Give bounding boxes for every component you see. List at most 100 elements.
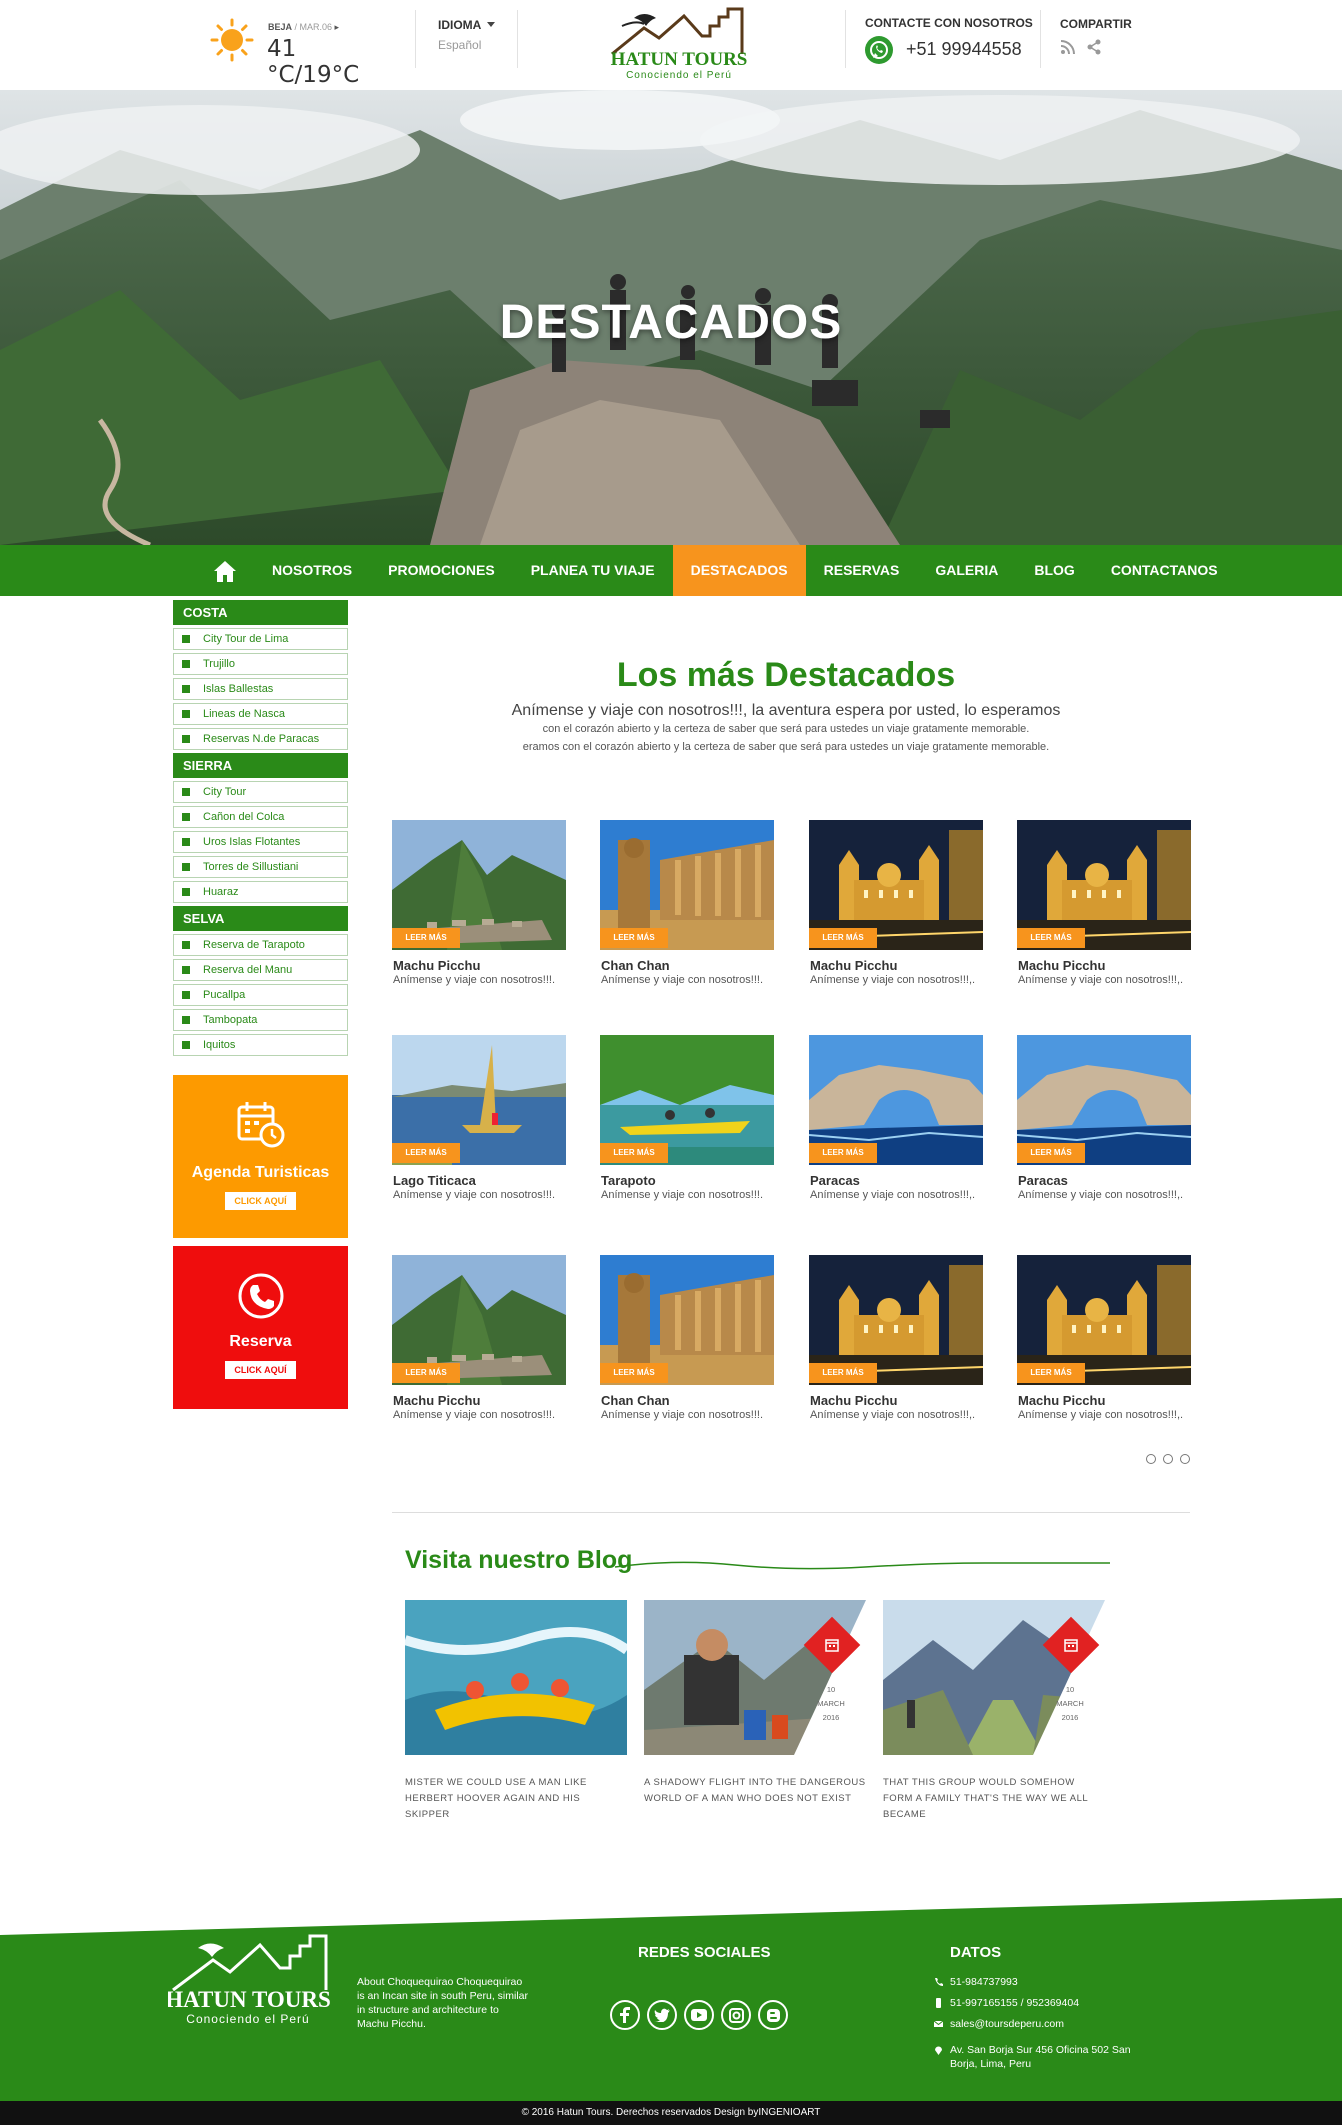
sidebar-item[interactable]: Iquitos: [173, 1034, 348, 1056]
nav-item-contactanos[interactable]: CONTACTANOS: [1093, 545, 1236, 596]
sidebar-item[interactable]: Trujillo: [173, 653, 348, 675]
address-row: Av. San Borja Sur 456 Oficina 502 San Bo…: [934, 2043, 1134, 2071]
destination-card[interactable]: LEER MÁS Machu Picchu Anímense y viaje con…: [809, 820, 983, 1010]
facebook-icon[interactable]: [610, 2000, 640, 2030]
destination-card[interactable]: LEER MÁS Machu Picchu Anímense y viaje con…: [392, 1255, 566, 1445]
destination-card[interactable]: LEER MÁS Paracas Anímense y viaje con noso…: [809, 1035, 983, 1225]
weather-temperature: 41 °C/19°C: [267, 36, 360, 88]
nav-item-galeria[interactable]: GALERIA: [917, 545, 1016, 596]
language-value: Español: [438, 38, 482, 52]
destination-card[interactable]: LEER MÁS Tarapoto Anímense y viaje con nos…: [600, 1035, 774, 1225]
read-more-button[interactable]: LEER MÁS: [809, 928, 877, 948]
agenda-button[interactable]: CLICK AQUÍ: [225, 1192, 296, 1210]
destination-description: Anímense y viaje con nosotros!!!,.: [1018, 1409, 1184, 1421]
pagination-dot[interactable]: [1146, 1454, 1156, 1464]
read-more-button[interactable]: LEER MÁS: [809, 1143, 877, 1163]
hatun-tours-logo[interactable]: HATUN TOURS Conociendo el Perú: [604, 6, 754, 84]
footer-logo[interactable]: HATUN TOURS Conociendo el Perú: [168, 1930, 333, 2030]
twitter-icon[interactable]: [647, 2000, 677, 2030]
read-more-button[interactable]: LEER MÁS: [600, 1143, 668, 1163]
nav-item-nosotros[interactable]: NOSOTROS: [254, 545, 370, 596]
email-row: sales@toursdeperu.com: [934, 2017, 1134, 2031]
phone-1[interactable]: 51-984737993: [950, 1976, 1018, 1988]
destination-description: Anímense y viaje con nosotros!!!.: [601, 1189, 764, 1201]
destination-card[interactable]: LEER MÁS Chan Chan Anímense y viaje con no…: [600, 820, 774, 1010]
blog-post[interactable]: MISTER WE COULD USE A MAN LIKE HERBERT H…: [405, 1600, 627, 1820]
sidebar-item[interactable]: City Tour de Lima: [173, 628, 348, 650]
destination-card[interactable]: LEER MÁS Chan Chan Anímense y viaje con no…: [600, 1255, 774, 1445]
sidebar-item[interactable]: Torres de Sillustiani: [173, 856, 348, 878]
destination-card[interactable]: LEER MÁS Machu Picchu Anímense y viaje con…: [392, 820, 566, 1010]
destination-card[interactable]: LEER MÁS Machu Picchu Anímense y viaje con…: [1017, 820, 1191, 1010]
read-more-button[interactable]: LEER MÁS: [1017, 1143, 1085, 1163]
blog-excerpt[interactable]: A SHADOWY FLIGHT INTO THE DANGEROUS WORL…: [644, 1775, 866, 1807]
youtube-icon[interactable]: [684, 2000, 714, 2030]
read-more-button[interactable]: LEER MÁS: [392, 928, 460, 948]
sidebar-item[interactable]: Reserva del Manu: [173, 959, 348, 981]
nav-item-destacados[interactable]: DESTACADOS: [672, 545, 806, 596]
destination-description: Anímense y viaje con nosotros!!!.: [393, 974, 556, 986]
read-more-button[interactable]: LEER MÁS: [392, 1363, 460, 1383]
divider: [1040, 10, 1041, 68]
nav-home[interactable]: [196, 545, 254, 596]
destination-title: Lago Titicaca: [393, 1173, 476, 1188]
sidebar-item[interactable]: Islas Ballestas: [173, 678, 348, 700]
svg-text:Conociendo el Perú: Conociendo el Perú: [186, 2012, 309, 2026]
sidebar: COSTA City Tour de Lima Trujillo Islas B…: [173, 600, 348, 1059]
sidebar-item[interactable]: Reservas N.de Paracas: [173, 728, 348, 750]
phone-2[interactable]: 51-997165155 / 952369404: [950, 1997, 1079, 2009]
language-selector[interactable]: IDIOMA Español: [438, 18, 495, 52]
nav-item-blog[interactable]: BLOG: [1016, 545, 1092, 596]
read-more-button[interactable]: LEER MÁS: [1017, 1363, 1085, 1383]
destination-title: Chan Chan: [601, 1393, 670, 1408]
destination-card[interactable]: LEER MÁS Lago Titicaca Anímense y viaje co…: [392, 1035, 566, 1225]
sidebar-item[interactable]: Pucallpa: [173, 984, 348, 1006]
nav-item-planea[interactable]: PLANEA TU VIAJE: [513, 545, 673, 596]
destination-description: Anímense y viaje con nosotros!!!,.: [810, 1409, 976, 1421]
destination-card[interactable]: LEER MÁS Paracas Anímense y viaje con noso…: [1017, 1035, 1191, 1225]
destination-card[interactable]: LEER MÁS Machu Picchu Anímense y viaje con…: [1017, 1255, 1191, 1445]
read-more-button[interactable]: LEER MÁS: [1017, 928, 1085, 948]
contact-phone[interactable]: +51 99944558: [865, 36, 1022, 66]
language-label[interactable]: IDIOMA: [438, 18, 495, 32]
read-more-button[interactable]: LEER MÁS: [392, 1143, 460, 1163]
nav-item-promociones[interactable]: PROMOCIONES: [370, 545, 513, 596]
sidebar-item[interactable]: Reserva de Tarapoto: [173, 934, 348, 956]
blog-excerpt[interactable]: MISTER WE COULD USE A MAN LIKE HERBERT H…: [405, 1775, 627, 1823]
category-costa[interactable]: COSTA: [173, 600, 348, 625]
reserva-button[interactable]: CLICK AQUÍ: [225, 1361, 296, 1379]
divider: [845, 10, 846, 68]
read-more-button[interactable]: LEER MÁS: [600, 1363, 668, 1383]
destination-title: Chan Chan: [601, 958, 670, 973]
instagram-icon[interactable]: [721, 2000, 751, 2030]
blog-excerpt[interactable]: THAT THIS GROUP WOULD SOMEHOW FORM A FAM…: [883, 1775, 1105, 1823]
pagination-dot[interactable]: [1163, 1454, 1173, 1464]
sidebar-item[interactable]: Huaraz: [173, 881, 348, 903]
sidebar-item[interactable]: Lineas de Nasca: [173, 703, 348, 725]
blogger-icon[interactable]: [758, 2000, 788, 2030]
destination-card[interactable]: LEER MÁS Machu Picchu Anímense y viaje con…: [809, 1255, 983, 1445]
nav-item-reservas[interactable]: RESERVAS: [806, 545, 918, 596]
map-pin-icon: [935, 2046, 942, 2055]
category-selva[interactable]: SELVA: [173, 906, 348, 931]
divider: [415, 10, 416, 68]
agenda-promo[interactable]: Agenda Turisticas CLICK AQUÍ: [173, 1075, 348, 1238]
sidebar-item[interactable]: Cañon del Colca: [173, 806, 348, 828]
reserva-promo[interactable]: Reserva CLICK AQUÍ: [173, 1246, 348, 1409]
email[interactable]: sales@toursdeperu.com: [950, 2018, 1064, 2030]
blog-image[interactable]: [405, 1600, 627, 1755]
sidebar-item[interactable]: City Tour: [173, 781, 348, 803]
share-icon[interactable]: [1086, 39, 1102, 55]
sidebar-item[interactable]: Tambopata: [173, 1009, 348, 1031]
blog-post[interactable]: 10 MARCH 2016 A SHADOWY FLIGHT INTO THE DAN…: [644, 1600, 866, 1810]
agenda-title: Agenda Turisticas: [191, 1164, 330, 1181]
phone-number[interactable]: +51 99944558: [906, 39, 1022, 60]
rss-icon[interactable]: [1060, 39, 1076, 55]
sidebar-item[interactable]: Uros Islas Flotantes: [173, 831, 348, 853]
blog-post[interactable]: 10 MARCH 2016 THAT THIS GROUP WOULD SOMEHOW…: [883, 1600, 1105, 1820]
read-more-button[interactable]: LEER MÁS: [600, 928, 668, 948]
category-sierra[interactable]: SIERRA: [173, 753, 348, 778]
read-more-button[interactable]: LEER MÁS: [809, 1363, 877, 1383]
blog-title: Visita nuestro Blog: [405, 1546, 633, 1574]
pagination-dot[interactable]: [1180, 1454, 1190, 1464]
